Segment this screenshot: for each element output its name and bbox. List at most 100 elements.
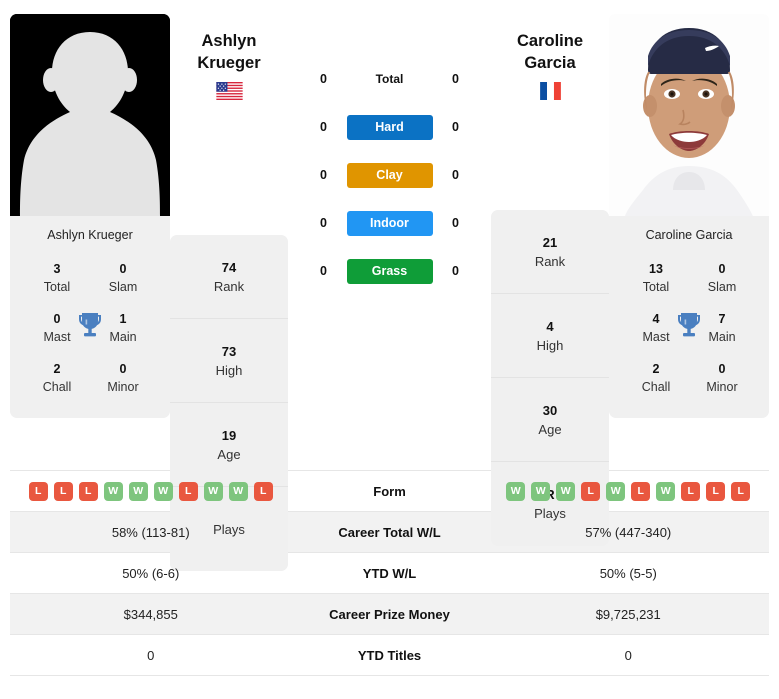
right-titles-grid: 13 Total 0 Slam 4 Mast 7 Main 2 Chall 0 …	[609, 252, 769, 418]
right-titles-minor-label: Minor	[706, 380, 738, 394]
right-player-name-line2: Garcia	[524, 54, 576, 72]
right-titles-row-2: 4 Mast 7 Main	[615, 304, 763, 354]
left-titles-row-2: 0 Mast 1 Main	[16, 304, 164, 354]
player-portrait-image	[609, 14, 769, 216]
form-badge-loss: L	[681, 481, 701, 501]
comparison-stats-table: LLLWWWLWWL Form WWWLWLWLLL 58% (113-81) …	[10, 470, 769, 676]
right-career-prize-money: $9,725,231	[595, 606, 661, 622]
right-stat-age-value: 30	[542, 402, 558, 418]
left-player-photo	[10, 14, 170, 216]
right-surface-hard-value: 0	[452, 120, 459, 134]
left-career-prize-money: $344,855	[123, 606, 178, 622]
right-stat-rank-value: 21	[542, 234, 558, 250]
right-stat-rank-label: Rank	[534, 253, 566, 269]
left-titles-slam: 0 Slam	[90, 261, 156, 296]
form-badge-loss: L	[631, 481, 651, 501]
right-stat-high-value: 4	[546, 318, 554, 334]
right-ytd-titles: 0	[624, 647, 632, 663]
surface-row-total: 0 Total 0	[288, 66, 491, 92]
left-titles-slam-label: Slam	[108, 280, 138, 294]
surface-indoor-badge[interactable]: Indoor	[346, 210, 433, 236]
left-surface-hard-value: 0	[320, 120, 327, 134]
surface-row-grass: 0 Grass 0	[288, 258, 491, 284]
left-form-cell: LLLWWWLWWL	[10, 478, 292, 505]
right-player-photo	[609, 14, 769, 216]
surface-comparison-column: 0 Total 0 0 Hard 0 0 Clay 0 0 Indoor 0 0	[288, 14, 491, 284]
right-surface-total-value: 0	[452, 72, 459, 86]
trophy-icon	[676, 310, 702, 340]
form-badge-loss: L	[581, 481, 601, 501]
left-titles-row-1: 3 Total 0 Slam	[16, 254, 164, 304]
table-row-ytd-wl: 50% (6-6) YTD W/L 50% (5-5)	[10, 553, 769, 594]
right-titles-row-1: 13 Total 0 Slam	[615, 254, 763, 304]
comparison-header: Ashlyn Krueger 3 Total 0 Slam 0 Mast 1 M…	[0, 0, 779, 572]
left-player-caption: Ashlyn Krueger	[47, 228, 133, 242]
right-titles-minor-value: 0	[718, 362, 726, 376]
avatar-placeholder-icon	[10, 14, 170, 216]
right-stat-high: 4 High	[491, 294, 609, 379]
left-titles-total-label: Total	[43, 280, 71, 294]
right-titles-total-label: Total	[642, 280, 670, 294]
right-titles-chall-value: 2	[652, 362, 660, 376]
right-surface-indoor-value: 0	[452, 216, 459, 230]
form-badge-loss: L	[706, 481, 726, 501]
form-badge-win: W	[228, 481, 248, 501]
surface-grass-badge[interactable]: Grass	[346, 258, 433, 284]
surface-row-clay: 0 Clay 0	[288, 162, 491, 188]
left-player-name-block: Ashlyn Krueger	[170, 14, 288, 100]
flag-france-icon	[539, 82, 561, 100]
right-form-strip: WWWLWLWLLL	[506, 481, 751, 501]
form-badge-loss: L	[53, 481, 73, 501]
right-player-photo-card[interactable]: Caroline Garcia 13 Total 0 Slam 4 Mast 7…	[609, 14, 769, 418]
trophy-icon-svg	[678, 313, 700, 337]
form-badge-loss: L	[78, 481, 98, 501]
form-badge-win: W	[531, 481, 551, 501]
form-badge-win: W	[506, 481, 526, 501]
left-titles-minor-label: Minor	[107, 380, 139, 394]
left-titles-total-value: 3	[53, 262, 61, 276]
table-label-form: Form	[373, 483, 406, 499]
left-stat-high-label: High	[215, 362, 243, 378]
form-badge-loss: L	[731, 481, 751, 501]
table-label-ytd-titles: YTD Titles	[357, 647, 422, 663]
flag-usa-icon	[215, 82, 243, 100]
table-row-career-total-wl: 58% (113-81) Career Total W/L 57% (447-3…	[10, 512, 769, 553]
surface-hard-badge[interactable]: Hard	[346, 114, 433, 140]
left-surface-total-value: 0	[320, 72, 327, 86]
left-player-flag	[170, 82, 288, 100]
left-titles-grid: 3 Total 0 Slam 0 Mast 1 Main 2 Chall 0 M…	[10, 252, 170, 418]
right-career-total-wl: 57% (447-340)	[585, 524, 672, 540]
right-titles-row-3: 2 Chall 0 Minor	[615, 354, 763, 404]
left-ytd-titles: 0	[147, 647, 155, 663]
form-badge-win: W	[103, 481, 123, 501]
right-titles-minor: 0 Minor	[689, 361, 755, 396]
right-stat-high-label: High	[536, 337, 564, 353]
left-stat-high: 73 High	[170, 319, 288, 404]
table-row-career-prize-money: $344,855 Career Prize Money $9,725,231	[10, 594, 769, 635]
left-player-name-line2: Krueger	[197, 54, 261, 72]
right-form-cell: WWWLWLWLLL	[488, 478, 770, 505]
right-player-name-line1: Caroline	[516, 32, 584, 50]
form-badge-win: W	[556, 481, 576, 501]
left-surface-indoor-value: 0	[320, 216, 327, 230]
surface-clay-badge[interactable]: Clay	[346, 162, 433, 188]
right-titles-chall-label: Chall	[641, 380, 671, 394]
left-titles-row-3: 2 Chall 0 Minor	[16, 354, 164, 404]
left-stat-high-value: 73	[221, 343, 237, 359]
right-surface-grass-value: 0	[452, 264, 459, 278]
right-titles-chall: 2 Chall	[623, 361, 689, 396]
left-stat-age-label: Age	[217, 446, 241, 462]
trophy-icon-svg	[79, 313, 101, 337]
right-stat-age: 30 Age	[491, 378, 609, 463]
left-player-photo-card[interactable]: Ashlyn Krueger 3 Total 0 Slam 0 Mast 1 M…	[10, 14, 170, 418]
table-label-ytd-wl: YTD W/L	[362, 565, 417, 581]
trophy-icon	[77, 310, 103, 340]
form-badge-loss: L	[178, 481, 198, 501]
right-titles-slam: 0 Slam	[689, 261, 755, 296]
form-badge-win: W	[203, 481, 223, 501]
table-label-career-total-wl: Career Total W/L	[338, 524, 441, 540]
surface-row-hard: 0 Hard 0	[288, 114, 491, 140]
left-surface-clay-value: 0	[320, 168, 327, 182]
left-titles-minor-value: 0	[119, 362, 127, 376]
left-titles-slam-value: 0	[119, 262, 127, 276]
